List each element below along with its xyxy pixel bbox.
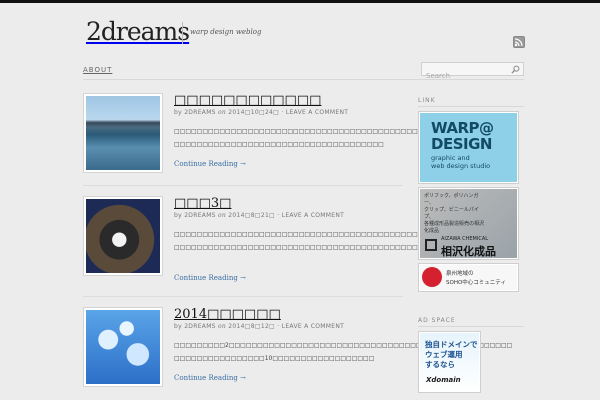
post-meta: by 2DREAMS on 2014□10□24□ · LEAVE A COMM… bbox=[174, 109, 348, 116]
search-box bbox=[421, 62, 524, 82]
meta-on: on bbox=[218, 212, 227, 219]
soho-logo-icon bbox=[422, 267, 442, 287]
meta-separator: · bbox=[281, 109, 284, 116]
post-title[interactable]: □□□□□□□□□□□□ bbox=[174, 93, 321, 108]
logo-divider bbox=[182, 22, 183, 44]
meta-by: by bbox=[174, 212, 182, 219]
continue-reading-link[interactable]: Continue Reading → bbox=[174, 374, 246, 382]
post-thumbnail[interactable] bbox=[83, 307, 163, 387]
meta-by: by bbox=[174, 323, 182, 330]
leave-comment-link[interactable]: LEAVE A COMMENT bbox=[282, 323, 344, 330]
main-nav: ABOUT bbox=[83, 60, 524, 82]
aizawa-chemical-banner[interactable]: ポリフック、ポリハンガー、 クリップ、ビニールパイプ、 各種成形品製造販売の相沢化成… bbox=[418, 187, 519, 260]
nav-about-link[interactable]: ABOUT bbox=[83, 66, 112, 74]
meta-by: by bbox=[174, 109, 182, 116]
post-title[interactable]: □□□3□ bbox=[174, 196, 231, 211]
lake-photo bbox=[86, 96, 160, 170]
warp-banner-subtitle: graphic and web design studio bbox=[431, 154, 491, 170]
meta-on: on bbox=[218, 109, 227, 116]
aizawa-name-jp: 相沢化成品 bbox=[441, 245, 496, 258]
post-divider bbox=[83, 296, 403, 297]
aizawa-logo-icon bbox=[425, 239, 437, 251]
soho-banner-line1: 泉州地域の bbox=[446, 271, 474, 277]
meta-date: 2014□8□21□ bbox=[228, 212, 276, 219]
meta-separator: · bbox=[277, 323, 280, 330]
link-widget-title: LINK bbox=[418, 97, 436, 104]
widget-divider bbox=[418, 106, 524, 107]
logo-text: 2dreams bbox=[86, 17, 190, 46]
ad-space-title: AD SPACE bbox=[418, 317, 456, 324]
meta-separator: · bbox=[277, 212, 280, 219]
soho-banner-line2: SOHO中心コミュニティ bbox=[446, 280, 506, 286]
aizawa-banner-description: ポリフック、ポリハンガー、 クリップ、ビニールパイプ、 各種成形品製造販売の相沢化成… bbox=[424, 193, 485, 234]
leave-comment-link[interactable]: LEAVE A COMMENT bbox=[282, 212, 344, 219]
meta-date: 2014□8□12□ bbox=[228, 323, 276, 330]
meta-author[interactable]: 2DREAMS bbox=[184, 323, 216, 330]
post-title[interactable]: 2014□□□□□□ bbox=[174, 307, 281, 322]
meta-author[interactable]: 2DREAMS bbox=[184, 109, 216, 116]
ad-banner-text: 独自ドメインで ウェブ運用 するなら bbox=[425, 340, 478, 369]
meta-on: on bbox=[218, 323, 227, 330]
search-icon[interactable] bbox=[511, 65, 520, 74]
jellyfish-photo bbox=[86, 310, 160, 384]
post-meta: by 2DREAMS on 2014□8□12□ · LEAVE A COMME… bbox=[174, 323, 344, 330]
widget-divider bbox=[418, 326, 524, 327]
soho-community-banner[interactable]: 泉州地域の SOHO中心コミュニティ bbox=[418, 263, 519, 292]
leave-comment-link[interactable]: LEAVE A COMMENT bbox=[286, 109, 348, 116]
ad-banner-brand: Xdomain bbox=[426, 376, 461, 384]
meta-date: 2014□10□24□ bbox=[228, 109, 280, 116]
search-input[interactable] bbox=[422, 70, 508, 82]
rss-icon[interactable] bbox=[513, 36, 525, 48]
site-tagline: warp design weblog bbox=[190, 28, 262, 36]
top-bar bbox=[0, 0, 600, 3]
post-item: □□□3□ by 2DREAMS on 2014□8□21□ · LEAVE A… bbox=[83, 196, 514, 296]
site-logo[interactable]: 2dreams warp design weblog bbox=[86, 14, 261, 46]
post-thumbnail[interactable] bbox=[83, 93, 163, 173]
warp-banner-title: WARP@ DESIGN bbox=[431, 119, 494, 153]
post-divider bbox=[83, 185, 403, 186]
continue-reading-link[interactable]: Continue Reading → bbox=[174, 160, 246, 168]
continue-reading-link[interactable]: Continue Reading → bbox=[174, 274, 246, 282]
post-thumbnail[interactable] bbox=[83, 196, 163, 276]
meta-author[interactable]: 2DREAMS bbox=[184, 212, 216, 219]
warp-design-banner[interactable]: WARP@ DESIGN graphic and web design studio bbox=[418, 111, 519, 184]
aizawa-name-en: AIZAWA CHEMICAL bbox=[441, 236, 489, 242]
post-item: 2014□□□□□□ by 2DREAMS on 2014□8□12□ · LE… bbox=[83, 307, 512, 397]
xdomain-ad-banner[interactable]: 独自ドメインで ウェブ運用 するなら Xdomain bbox=[418, 331, 481, 393]
dog-photo bbox=[86, 199, 160, 273]
post-meta: by 2DREAMS on 2014□8□21□ · LEAVE A COMME… bbox=[174, 212, 344, 219]
post-item: □□□□□□□□□□□□ by 2DREAMS on 2014□10□24□ ·… bbox=[83, 93, 514, 185]
